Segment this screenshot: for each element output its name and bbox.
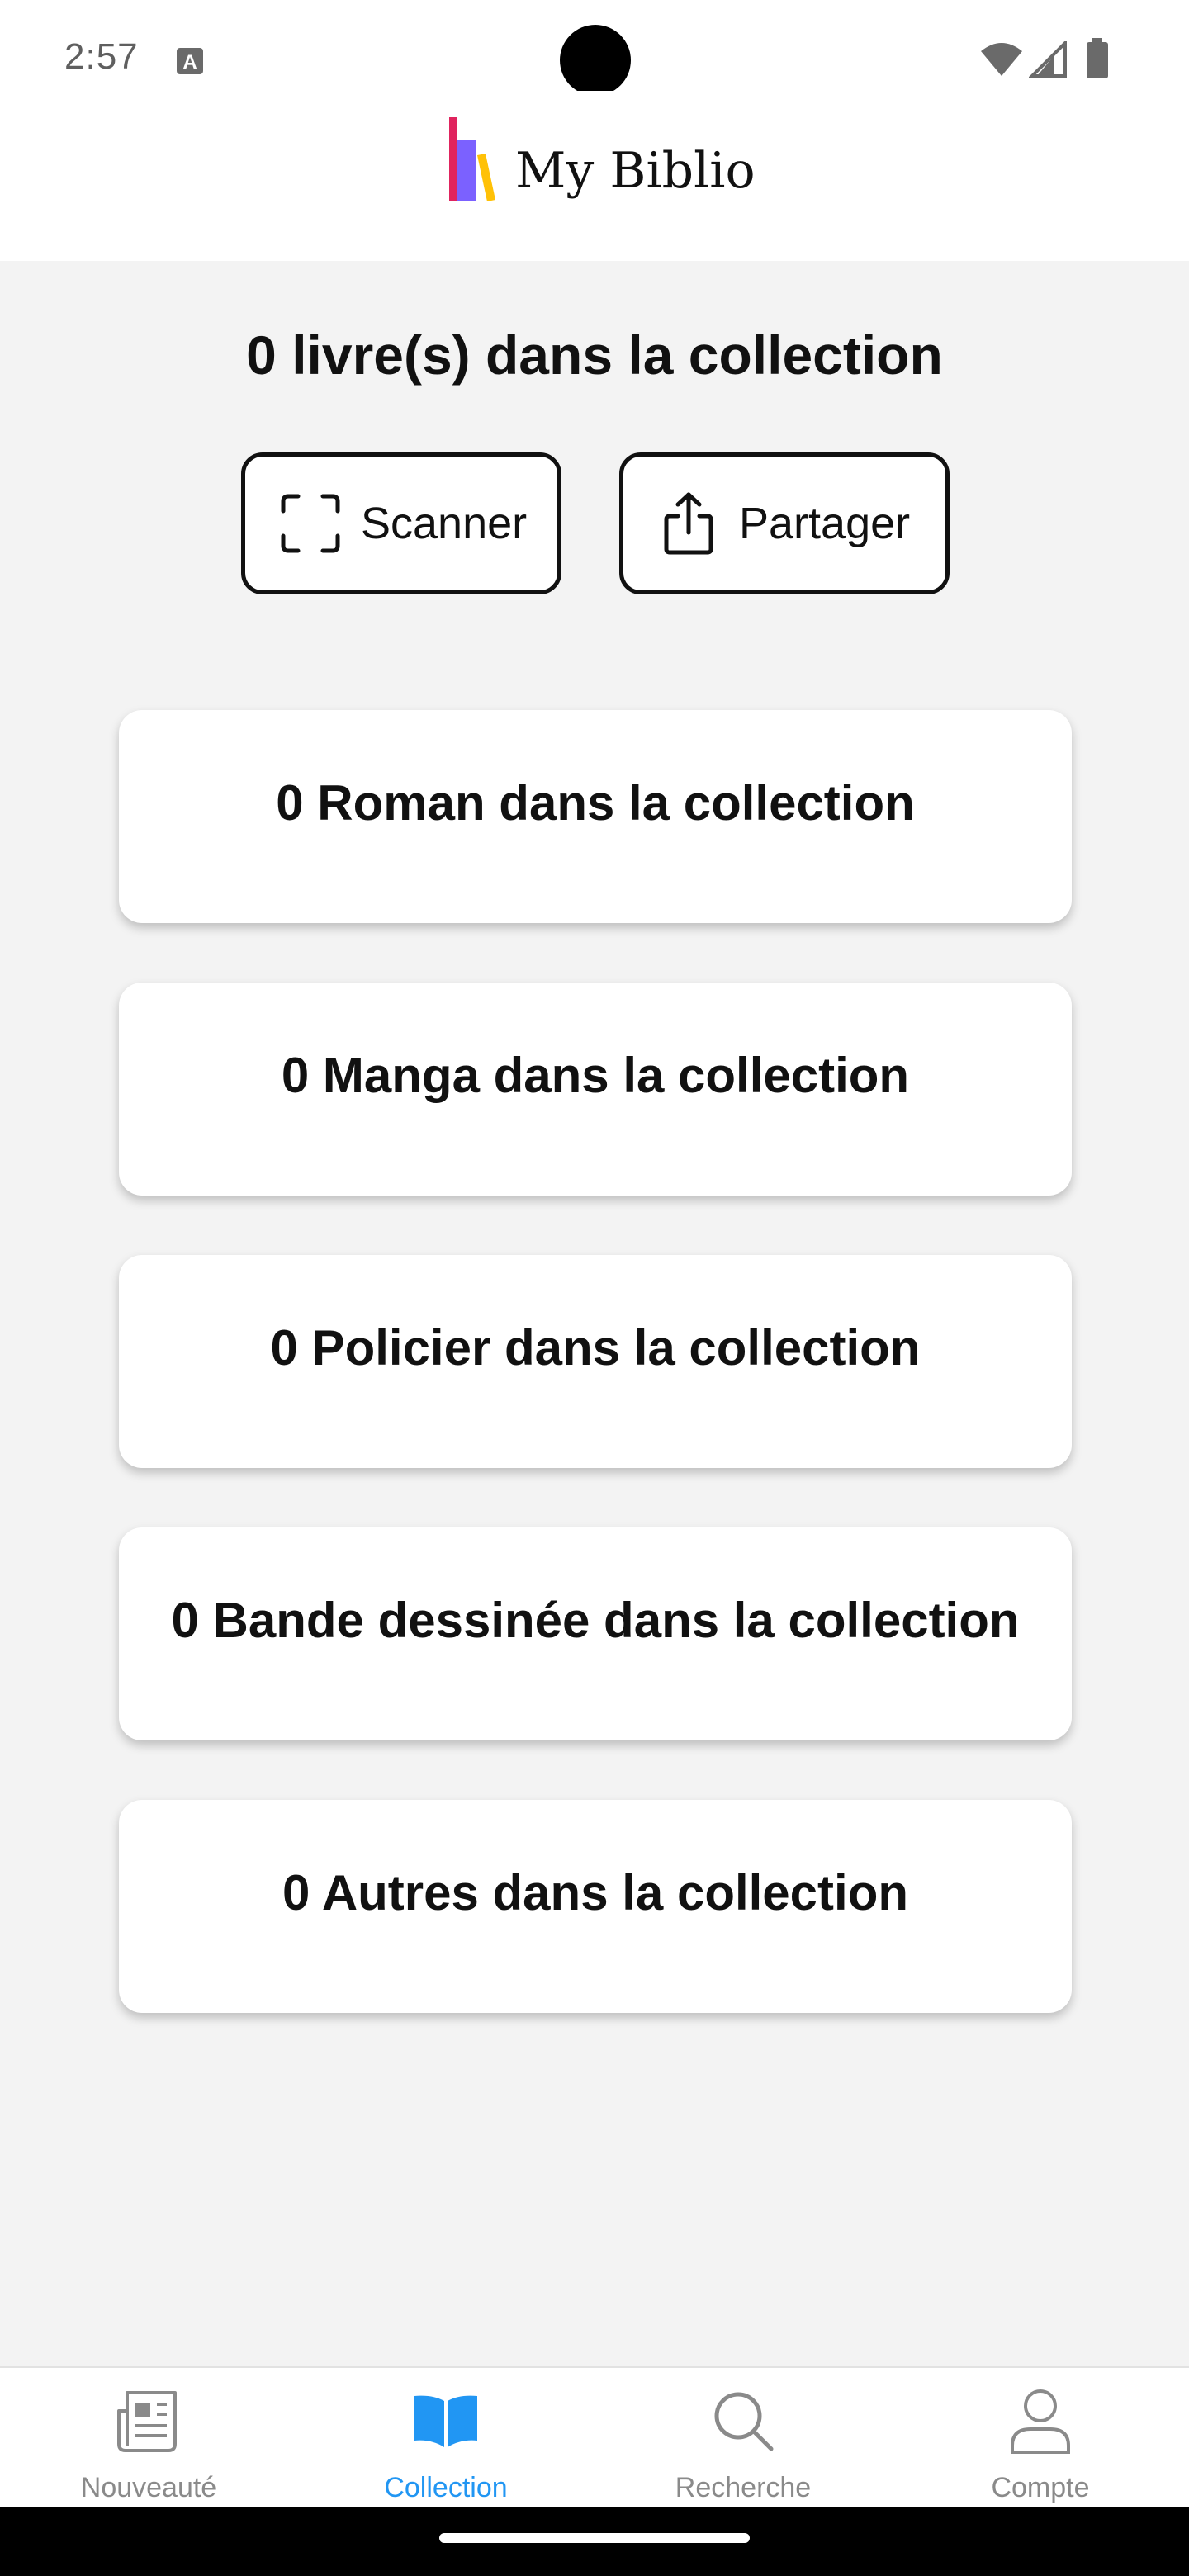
- scan-icon: [281, 494, 340, 553]
- nav-item-recherche[interactable]: Recherche: [594, 2368, 892, 2508]
- share-button-label: Partager: [739, 499, 911, 548]
- open-book-icon: [414, 2395, 477, 2447]
- collection-screen: 0 livre(s) dans la collection Scanner Pa…: [0, 261, 1189, 2366]
- app-title: My Biblio: [515, 142, 756, 200]
- share-icon: [664, 492, 713, 555]
- user-icon: [1011, 2389, 1070, 2454]
- category-card-label: 0 Manga dans la collection: [281, 1048, 910, 1103]
- wifi-icon: [981, 43, 1022, 76]
- category-card-roman[interactable]: 0 Roman dans la collection: [119, 710, 1072, 923]
- signal-icon: [1029, 41, 1067, 78]
- camera-cutout: [560, 25, 631, 96]
- nav-item-collection[interactable]: Collection: [297, 2368, 594, 2508]
- home-gesture-handle[interactable]: [439, 2533, 750, 2543]
- status-time: 2:57: [64, 36, 139, 77]
- nav-label: Collection: [384, 2472, 508, 2503]
- scan-button[interactable]: Scanner: [241, 452, 561, 594]
- a-notification-icon: A: [177, 48, 203, 74]
- bottom-nav: Nouveauté Collection Recherche Compte: [0, 2366, 1189, 2507]
- category-card-label: 0 Bande dessinée dans la collection: [171, 1593, 1020, 1648]
- category-card-bande-dessinee[interactable]: 0 Bande dessinée dans la collection: [119, 1527, 1072, 1740]
- category-card-label: 0 Policier dans la collection: [270, 1320, 921, 1376]
- nav-label: Nouveauté: [80, 2472, 217, 2503]
- system-nav-bar: [0, 2507, 1189, 2576]
- svg-text:A: A: [182, 51, 197, 73]
- nav-label: Recherche: [675, 2472, 812, 2503]
- nav-item-nouveaute[interactable]: Nouveauté: [0, 2368, 297, 2508]
- category-card-label: 0 Autres dans la collection: [282, 1865, 908, 1920]
- scan-button-label: Scanner: [361, 499, 528, 548]
- category-card-manga[interactable]: 0 Manga dans la collection: [119, 983, 1072, 1196]
- category-card-autres[interactable]: 0 Autres dans la collection: [119, 1800, 1072, 2013]
- app-header: My Biblio: [0, 91, 1189, 261]
- category-card-policier[interactable]: 0 Policier dans la collection: [119, 1255, 1072, 1468]
- battery-icon: [1087, 38, 1108, 78]
- newspaper-icon: [117, 2391, 177, 2452]
- collection-summary: 0 livre(s) dans la collection: [246, 324, 943, 386]
- category-card-label: 0 Roman dans la collection: [276, 775, 915, 831]
- nav-item-compte[interactable]: Compte: [892, 2368, 1189, 2508]
- search-icon: [714, 2392, 774, 2451]
- logo-icon: [449, 117, 495, 201]
- share-button[interactable]: Partager: [619, 452, 950, 594]
- nav-label: Compte: [991, 2472, 1090, 2503]
